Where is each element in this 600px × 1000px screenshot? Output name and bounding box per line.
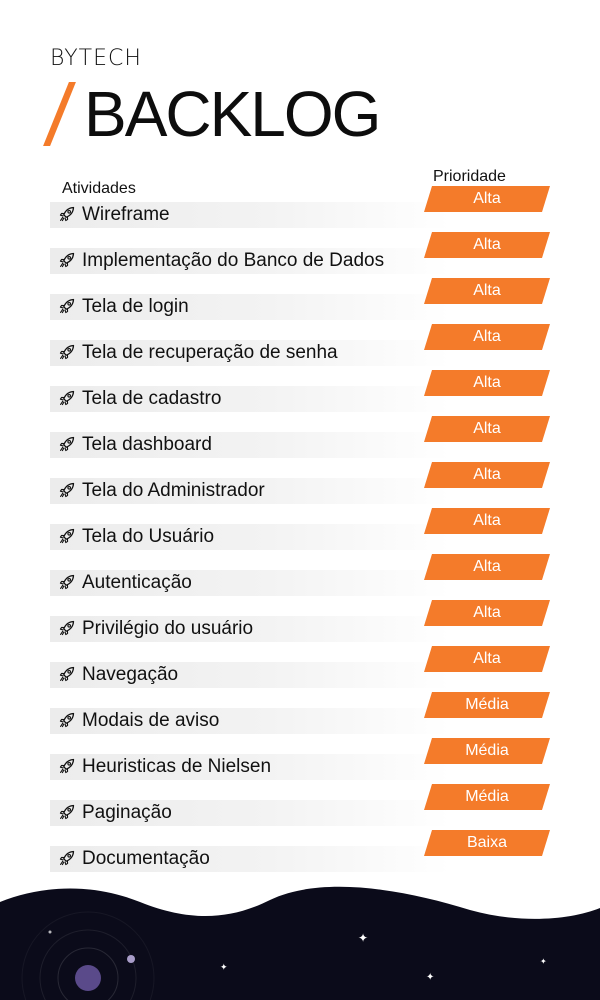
priority-badge: Alta xyxy=(424,232,550,258)
list-item: Autenticação Alta xyxy=(0,554,600,600)
activity-label: Tela de recuperação de senha xyxy=(82,342,338,363)
space-decoration: ✦ ✦ ✦ ✦ xyxy=(0,886,600,1000)
priority-badge: Alta xyxy=(424,416,550,442)
activity-label: Paginação xyxy=(82,802,172,823)
priority-badge: Média xyxy=(424,692,550,718)
rocket-icon xyxy=(59,850,75,866)
priority-badge: Média xyxy=(424,784,550,810)
planet-icon xyxy=(75,965,101,991)
priority-badge: Média xyxy=(424,738,550,764)
rocket-icon xyxy=(59,390,75,406)
list-item: Tela de cadastro Alta xyxy=(0,370,600,416)
priority-header: Prioridade xyxy=(433,168,506,185)
rocket-icon xyxy=(59,620,75,636)
activity-label: Privilégio do usuário xyxy=(82,618,254,639)
activity-label: Wireframe xyxy=(82,204,170,225)
activity-label: Tela do Administrador xyxy=(82,480,265,501)
rocket-icon xyxy=(59,436,75,452)
rocket-icon xyxy=(59,482,75,498)
rocket-icon xyxy=(59,252,75,268)
activity-label: Modais de aviso xyxy=(82,710,220,731)
priority-badge: Alta xyxy=(424,324,550,350)
list-item: Navegação Alta xyxy=(0,646,600,692)
priority-badge: Alta xyxy=(424,278,550,304)
slash-accent xyxy=(43,82,76,146)
rocket-icon xyxy=(59,298,75,314)
priority-badge: Baixa xyxy=(424,830,550,856)
page-title-block: BACKLOG xyxy=(43,78,428,150)
priority-badge: Alta xyxy=(424,554,550,580)
activity-label: Navegação xyxy=(82,664,179,685)
list-item: Paginação Média xyxy=(0,784,600,830)
activity-label: Tela de login xyxy=(82,296,189,317)
list-item: Modais de aviso Média xyxy=(0,692,600,738)
list-item: Tela do Usuário Alta xyxy=(0,508,600,554)
priority-badge: Alta xyxy=(424,370,550,396)
activity-label: Tela dashboard xyxy=(82,434,212,455)
rocket-icon xyxy=(59,574,75,590)
list-item: Tela de login Alta xyxy=(0,278,600,324)
priority-badge: Alta xyxy=(424,186,550,212)
priority-badge: Alta xyxy=(424,462,550,488)
activity-label: Tela do Usuário xyxy=(82,526,215,547)
star-icon: ✦ xyxy=(426,972,434,983)
rocket-icon xyxy=(59,528,75,544)
star-icon: ✦ xyxy=(540,957,547,966)
activity-label: Tela de cadastro xyxy=(82,388,222,409)
activity-label: Implementação do Banco de Dados xyxy=(82,250,385,271)
rocket-icon xyxy=(59,712,75,728)
moon-icon xyxy=(127,955,135,963)
list-item: Wireframe Alta xyxy=(0,186,600,232)
priority-badge: Alta xyxy=(424,646,550,672)
priority-badge: Alta xyxy=(424,508,550,534)
rocket-icon xyxy=(59,206,75,222)
list-item: Implementação do Banco de Dados Alta xyxy=(0,232,600,278)
brand-logo: BYTECH xyxy=(50,46,142,71)
rocket-icon xyxy=(59,758,75,774)
list-item: Documentação Baixa xyxy=(0,830,600,876)
list-item: Tela do Administrador Alta xyxy=(0,462,600,508)
list-item: Tela de recuperação de senha Alta xyxy=(0,324,600,370)
star-icon: ✦ xyxy=(220,963,228,973)
list-item: Heuristicas de Nielsen Média xyxy=(0,738,600,784)
list-item: Privilégio do usuário Alta xyxy=(0,600,600,646)
activity-label: Autenticação xyxy=(82,572,192,593)
star-icon: ✦ xyxy=(358,931,368,945)
priority-badge: Alta xyxy=(424,600,550,626)
activity-label: Heuristicas de Nielsen xyxy=(82,756,272,777)
rocket-icon xyxy=(59,666,75,682)
list-item: Tela dashboard Alta xyxy=(0,416,600,462)
rocket-icon xyxy=(59,344,75,360)
page-title: BACKLOG xyxy=(84,78,381,150)
rocket-icon xyxy=(59,804,75,820)
activity-label: Documentação xyxy=(82,848,210,869)
